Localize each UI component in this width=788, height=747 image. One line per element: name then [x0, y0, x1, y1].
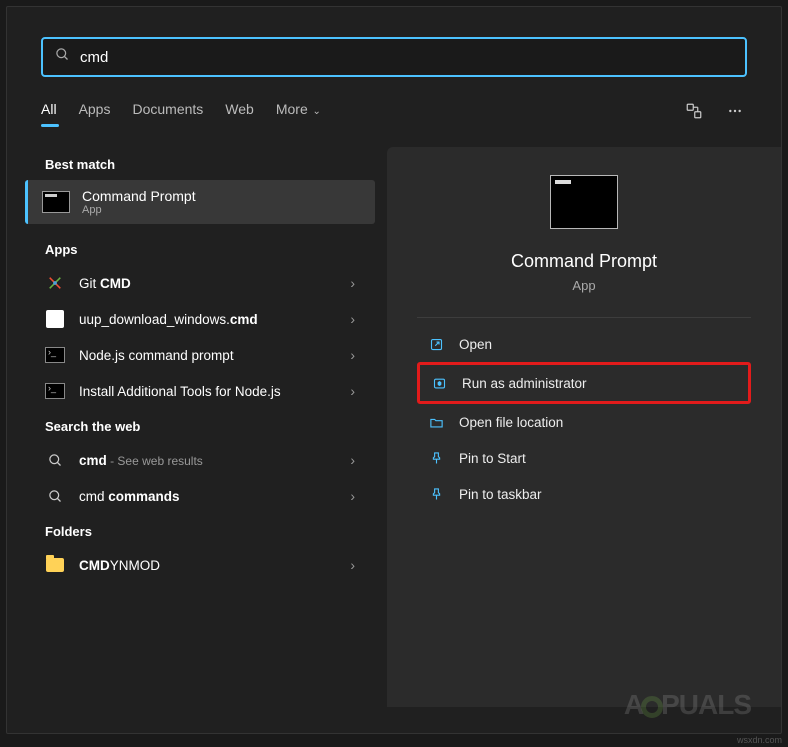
search-icon [45, 486, 65, 506]
cmd-icon [45, 381, 65, 401]
cmd-icon [45, 345, 65, 365]
results-column: Best match Command Prompt App Apps Git C… [25, 147, 375, 707]
best-match-header: Best match [25, 147, 375, 180]
best-match-item[interactable]: Command Prompt App [25, 180, 375, 224]
chevron-right-icon: › [350, 383, 355, 399]
folder-icon [45, 555, 65, 575]
web-item-cmd-commands[interactable]: cmd commands › [25, 478, 375, 514]
divider [417, 317, 751, 318]
pin-icon [427, 449, 445, 467]
connect-icon[interactable] [681, 98, 707, 129]
chevron-right-icon: › [350, 275, 355, 291]
action-pin-to-taskbar[interactable]: Pin to taskbar [417, 476, 751, 512]
tab-more[interactable]: More ⌄ [276, 101, 321, 125]
cmd-icon [42, 191, 70, 213]
app-item-nodejs-cmd[interactable]: Node.js command prompt › [25, 337, 375, 373]
chevron-right-icon: › [350, 557, 355, 573]
tab-documents[interactable]: Documents [132, 101, 203, 125]
search-bar[interactable] [41, 37, 747, 77]
source-label: wsxdn.com [737, 735, 782, 745]
app-tile-icon [550, 175, 618, 229]
folders-header: Folders [25, 514, 375, 547]
action-run-as-admin[interactable]: Run as administrator [417, 362, 751, 404]
shield-icon [430, 374, 448, 392]
file-icon [45, 309, 65, 329]
best-match-subtitle: App [82, 204, 196, 216]
app-item-uup[interactable]: uup_download_windows.cmd › [25, 301, 375, 337]
action-open[interactable]: Open [417, 326, 751, 362]
web-header: Search the web [25, 409, 375, 442]
chevron-down-icon: ⌄ [310, 106, 321, 117]
actions-list: Open Run as administrator Open file loca… [417, 326, 751, 512]
best-match-title: Command Prompt [82, 188, 196, 204]
filter-tabs-row: All Apps Documents Web More ⌄ [41, 95, 747, 131]
action-open-file-location[interactable]: Open file location [417, 404, 751, 440]
folder-open-icon [427, 413, 445, 431]
app-item-git-cmd[interactable]: Git CMD › [25, 265, 375, 301]
action-pin-to-start[interactable]: Pin to Start [417, 440, 751, 476]
git-icon [45, 273, 65, 293]
chevron-right-icon: › [350, 311, 355, 327]
filter-tabs: All Apps Documents Web More ⌄ [41, 101, 321, 125]
app-name: Command Prompt [511, 251, 657, 272]
more-icon[interactable] [723, 99, 747, 128]
tab-web[interactable]: Web [225, 101, 254, 125]
chevron-right-icon: › [350, 347, 355, 363]
web-item-cmd[interactable]: cmd - See web results › [25, 442, 375, 478]
search-input[interactable] [80, 49, 733, 66]
pin-icon [427, 485, 445, 503]
details-pane: Command Prompt App Open Run as administr… [387, 147, 781, 707]
folder-item[interactable]: CMDYNMOD › [25, 547, 375, 583]
search-icon [45, 450, 65, 470]
app-item-nodejs-tools[interactable]: Install Additional Tools for Node.js › [25, 373, 375, 409]
chevron-right-icon: › [350, 488, 355, 504]
app-type: App [572, 278, 595, 293]
search-icon [55, 47, 70, 67]
tab-apps[interactable]: Apps [79, 101, 111, 125]
tab-all[interactable]: All [41, 101, 57, 125]
open-icon [427, 335, 445, 353]
chevron-right-icon: › [350, 452, 355, 468]
start-search-panel: All Apps Documents Web More ⌄ Best match… [6, 6, 782, 734]
apps-header: Apps [25, 232, 375, 265]
